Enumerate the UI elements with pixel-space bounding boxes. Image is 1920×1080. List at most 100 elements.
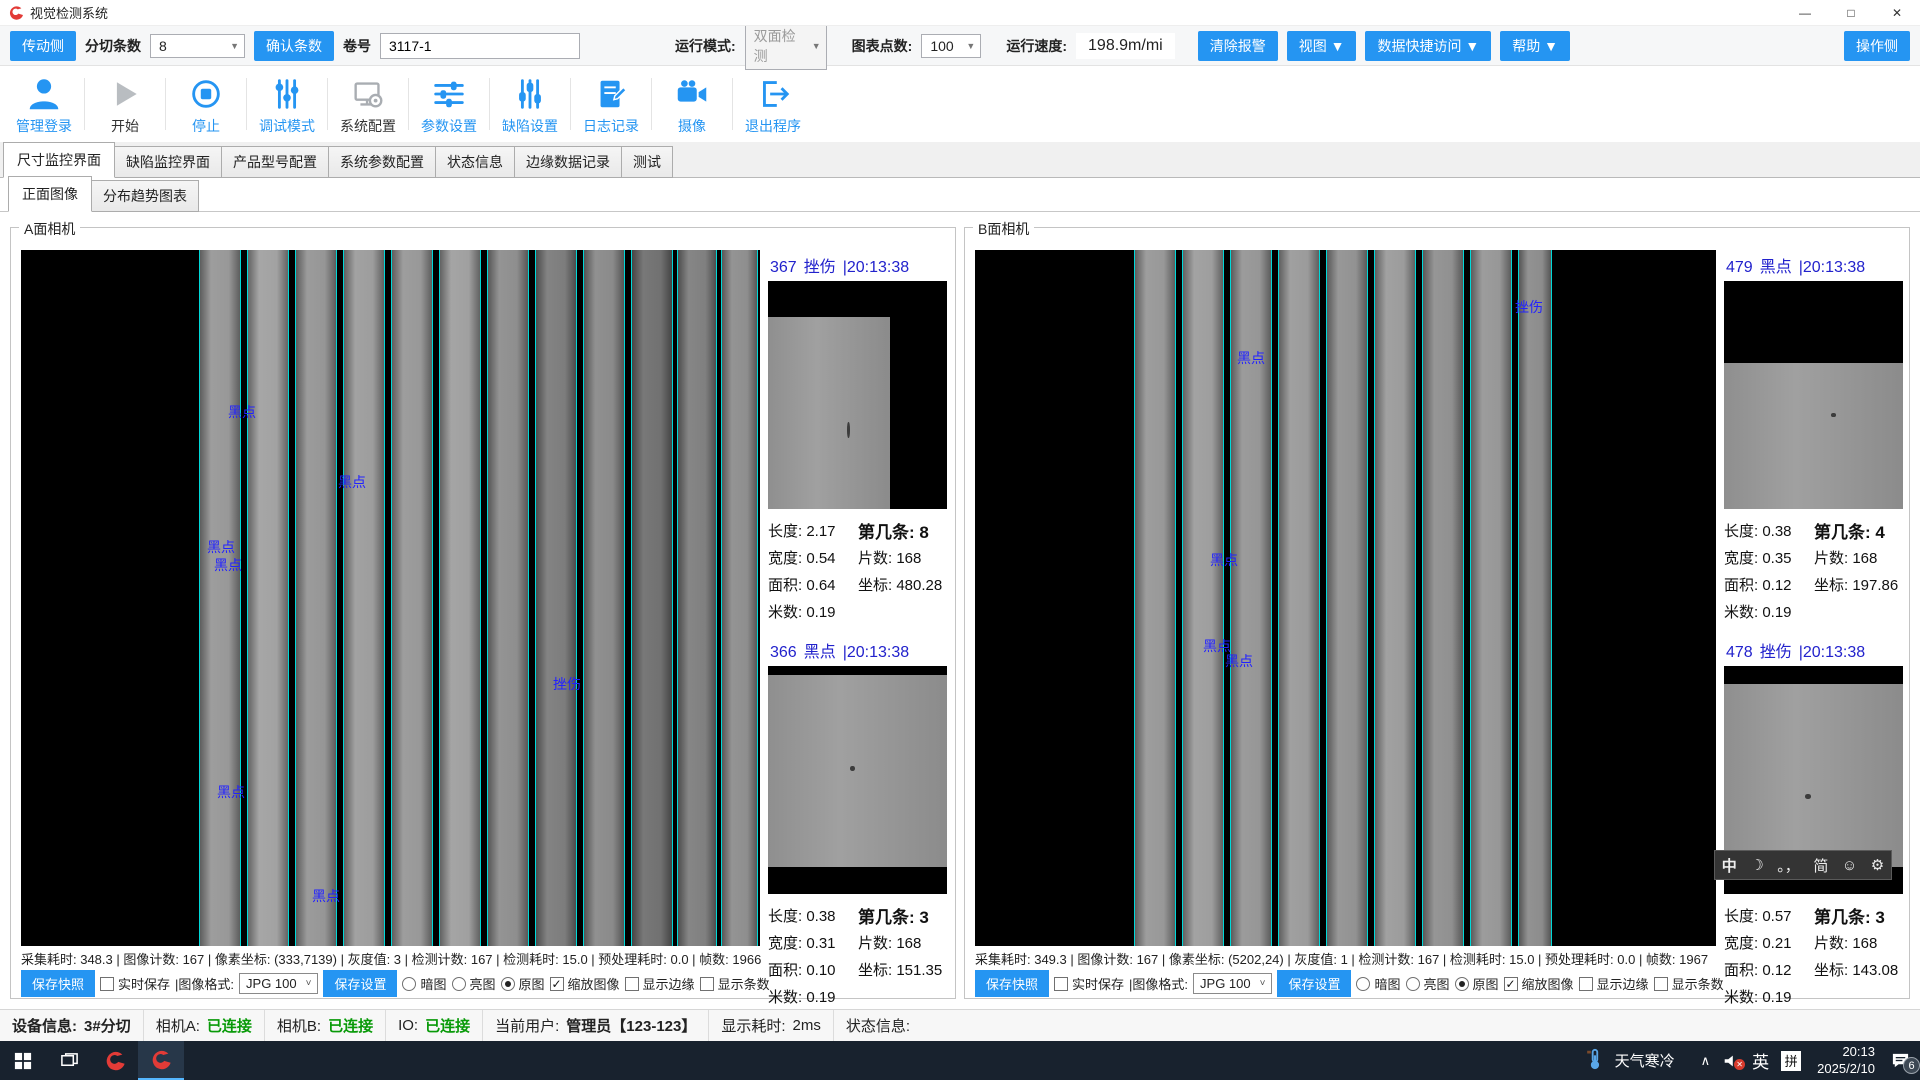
view-menu-button[interactable]: 视图 ▼ (1287, 31, 1357, 61)
save-settings-button[interactable]: 保存设置 (1277, 970, 1351, 997)
tool-play-button[interactable]: 开始 (85, 73, 165, 136)
stat-area: 面积: 0.12 (1724, 574, 1814, 595)
checkbox-zoom-image[interactable]: ✓缩放图像 (550, 974, 620, 993)
task-view-button[interactable] (46, 1041, 92, 1080)
tool-label: 开始 (111, 116, 139, 136)
tab-6[interactable]: 测试 (621, 146, 673, 178)
image-format-value: JPG 100 (1200, 976, 1251, 991)
tool-stop-button[interactable]: 停止 (166, 73, 246, 136)
chart-points-select[interactable]: 100 ▼ (921, 34, 981, 58)
chevron-down-icon: ▼ (954, 41, 975, 51)
tab-3[interactable]: 系统参数配置 (328, 146, 436, 178)
checkbox-zoom-image[interactable]: ✓缩放图像 (1504, 974, 1574, 993)
ime-mode-indicator[interactable]: 拼 (1781, 1051, 1801, 1071)
tool-label: 退出程序 (745, 116, 801, 136)
app-icon-inspection[interactable] (92, 1041, 138, 1080)
io-label: IO: (398, 1017, 418, 1034)
tool-user-button[interactable]: 管理登录 (4, 73, 84, 136)
checkbox-label: 缩放图像 (1522, 974, 1574, 993)
status-info-label: 状态信息: (846, 1015, 910, 1036)
defect-stats: 长度: 0.38第几条: 3宽度: 0.31片数: 168面积: 0.10坐标:… (768, 894, 949, 1010)
speaker-muted-icon[interactable]: ✕ (1722, 1052, 1740, 1070)
radio-circle (1455, 977, 1469, 991)
operate-side-button[interactable]: 操作侧 (1844, 31, 1910, 61)
image-format-select[interactable]: JPG 100˅ (1193, 973, 1272, 994)
realtime-save-checkbox[interactable]: 实时保存 (1054, 974, 1124, 993)
save-snapshot-button[interactable]: 保存快照 (975, 970, 1049, 997)
realtime-save-checkbox[interactable]: 实时保存 (100, 974, 170, 993)
image-format-select[interactable]: JPG 100˅ (239, 973, 318, 994)
drive-side-button[interactable]: 传动侧 (10, 31, 76, 61)
tool-exit-button[interactable]: 退出程序 (733, 73, 813, 136)
checkbox-show-strip-count[interactable]: 显示条数 (700, 974, 770, 993)
radio-bright-image[interactable]: 亮图 (452, 974, 496, 993)
defect-card[interactable]: 367挫伤|20:13:38长度: 2.17第几条: 8宽度: 0.54片数: … (768, 252, 949, 625)
ime-lang-indicator[interactable]: 中 (1722, 855, 1737, 876)
radio-original-image[interactable]: 原图 (1455, 974, 1499, 993)
tab-2[interactable]: 产品型号配置 (221, 146, 329, 178)
language-indicator[interactable]: 英 (1752, 1048, 1769, 1073)
device-info-segment: 设备信息: 3#分切 (0, 1010, 144, 1041)
radio-dark-image[interactable]: 暗图 (402, 974, 446, 993)
ime-simplified-indicator[interactable]: 简 (1813, 855, 1828, 876)
app-icon-inspection-active[interactable] (138, 1041, 184, 1080)
tool-camera-button[interactable]: 摄像 (652, 73, 732, 136)
radio-original-image[interactable]: 原图 (501, 974, 545, 993)
tool-debug-sliders-button[interactable]: 调试模式 (247, 73, 327, 136)
checkbox-box (1654, 977, 1668, 991)
run-mode-select[interactable]: 双面检测 ▼ (745, 22, 827, 70)
save-settings-button[interactable]: 保存设置 (323, 970, 397, 997)
tool-system-config-button[interactable]: 系统配置 (328, 73, 408, 136)
help-menu-button[interactable]: 帮助 ▼ (1500, 31, 1570, 61)
tab-5[interactable]: 边缘数据记录 (514, 146, 622, 178)
stat-meters: 米数: 0.19 (768, 986, 858, 1007)
roll-number-input[interactable] (380, 33, 580, 59)
film-strip (391, 250, 433, 946)
slit-count-select[interactable]: 8 ▼ (150, 34, 245, 58)
tab-0[interactable]: 尺寸监控界面 (3, 142, 115, 178)
defect-card[interactable]: 479黑点|20:13:38长度: 0.38第几条: 4宽度: 0.35片数: … (1724, 252, 1905, 625)
defect-type: 挫伤 (1760, 638, 1792, 662)
data-quick-access-button[interactable]: 数据快捷访问 ▼ (1365, 31, 1491, 61)
tool-label: 日志记录 (583, 116, 639, 136)
maximize-button[interactable]: □ (1828, 0, 1874, 26)
start-button[interactable] (0, 1041, 46, 1080)
stat-meters: 米数: 0.19 (768, 601, 858, 622)
subtab-1[interactable]: 分布趋势图表 (91, 180, 199, 212)
subtab-0[interactable]: 正面图像 (8, 176, 92, 212)
radio-dark-image[interactable]: 暗图 (1356, 974, 1400, 993)
ime-fullwidth-icon[interactable]: ☽ (1750, 856, 1763, 874)
checkbox-show-edge[interactable]: 显示边缘 (1579, 974, 1649, 993)
tool-log-button[interactable]: 日志记录 (571, 73, 651, 136)
notification-center-icon[interactable]: 6 (1891, 1051, 1910, 1070)
confirm-count-button[interactable]: 确认条数 (254, 31, 334, 61)
ime-emoji-icon[interactable]: ☺ (1842, 857, 1857, 874)
save-snapshot-button[interactable]: 保存快照 (21, 970, 95, 997)
radio-label: 亮图 (1424, 974, 1450, 993)
film-strip (1326, 250, 1368, 946)
stats-row: 米数: 0.19 (768, 983, 949, 1010)
defect-id: 479 (1726, 259, 1753, 277)
tool-defect-sliders-button[interactable]: 缺陷设置 (490, 73, 570, 136)
ime-punctuation-icon[interactable]: 。， (1777, 855, 1800, 876)
tool-label: 停止 (192, 116, 220, 136)
weather-text[interactable]: 天气寒冷 (1615, 1050, 1675, 1071)
ime-settings-icon[interactable]: ⚙ (1871, 856, 1884, 874)
tab-1[interactable]: 缺陷监控界面 (114, 146, 222, 178)
film-strip (1278, 250, 1320, 946)
checkbox-show-strip-count[interactable]: 显示条数 (1654, 974, 1724, 993)
film-strip (247, 250, 289, 946)
clear-alarm-button[interactable]: 清除报警 (1198, 31, 1278, 61)
close-button[interactable]: ✕ (1874, 0, 1920, 26)
tray-expand-chevron-icon[interactable]: ∧ (1701, 1053, 1711, 1069)
minimize-button[interactable]: — (1782, 0, 1828, 26)
defect-card[interactable]: 478挫伤|20:13:38长度: 0.57第几条: 3宽度: 0.21片数: … (1724, 637, 1905, 1010)
radio-bright-image[interactable]: 亮图 (1406, 974, 1450, 993)
tool-param-sliders-button[interactable]: 参数设置 (409, 73, 489, 136)
defect-card[interactable]: 366黑点|20:13:38长度: 0.38第几条: 3宽度: 0.31片数: … (768, 637, 949, 1010)
chevron-down-icon: ▼ (218, 41, 239, 51)
icon-toolbar: 管理登录开始 停止 调试模式系统配置参数设置缺陷设置日志记录摄像退出程序 (0, 66, 1920, 142)
checkbox-show-edge[interactable]: 显示边缘 (625, 974, 695, 993)
tab-4[interactable]: 状态信息 (435, 146, 515, 178)
taskbar-clock[interactable]: 20:13 2025/2/10 (1817, 1044, 1875, 1078)
